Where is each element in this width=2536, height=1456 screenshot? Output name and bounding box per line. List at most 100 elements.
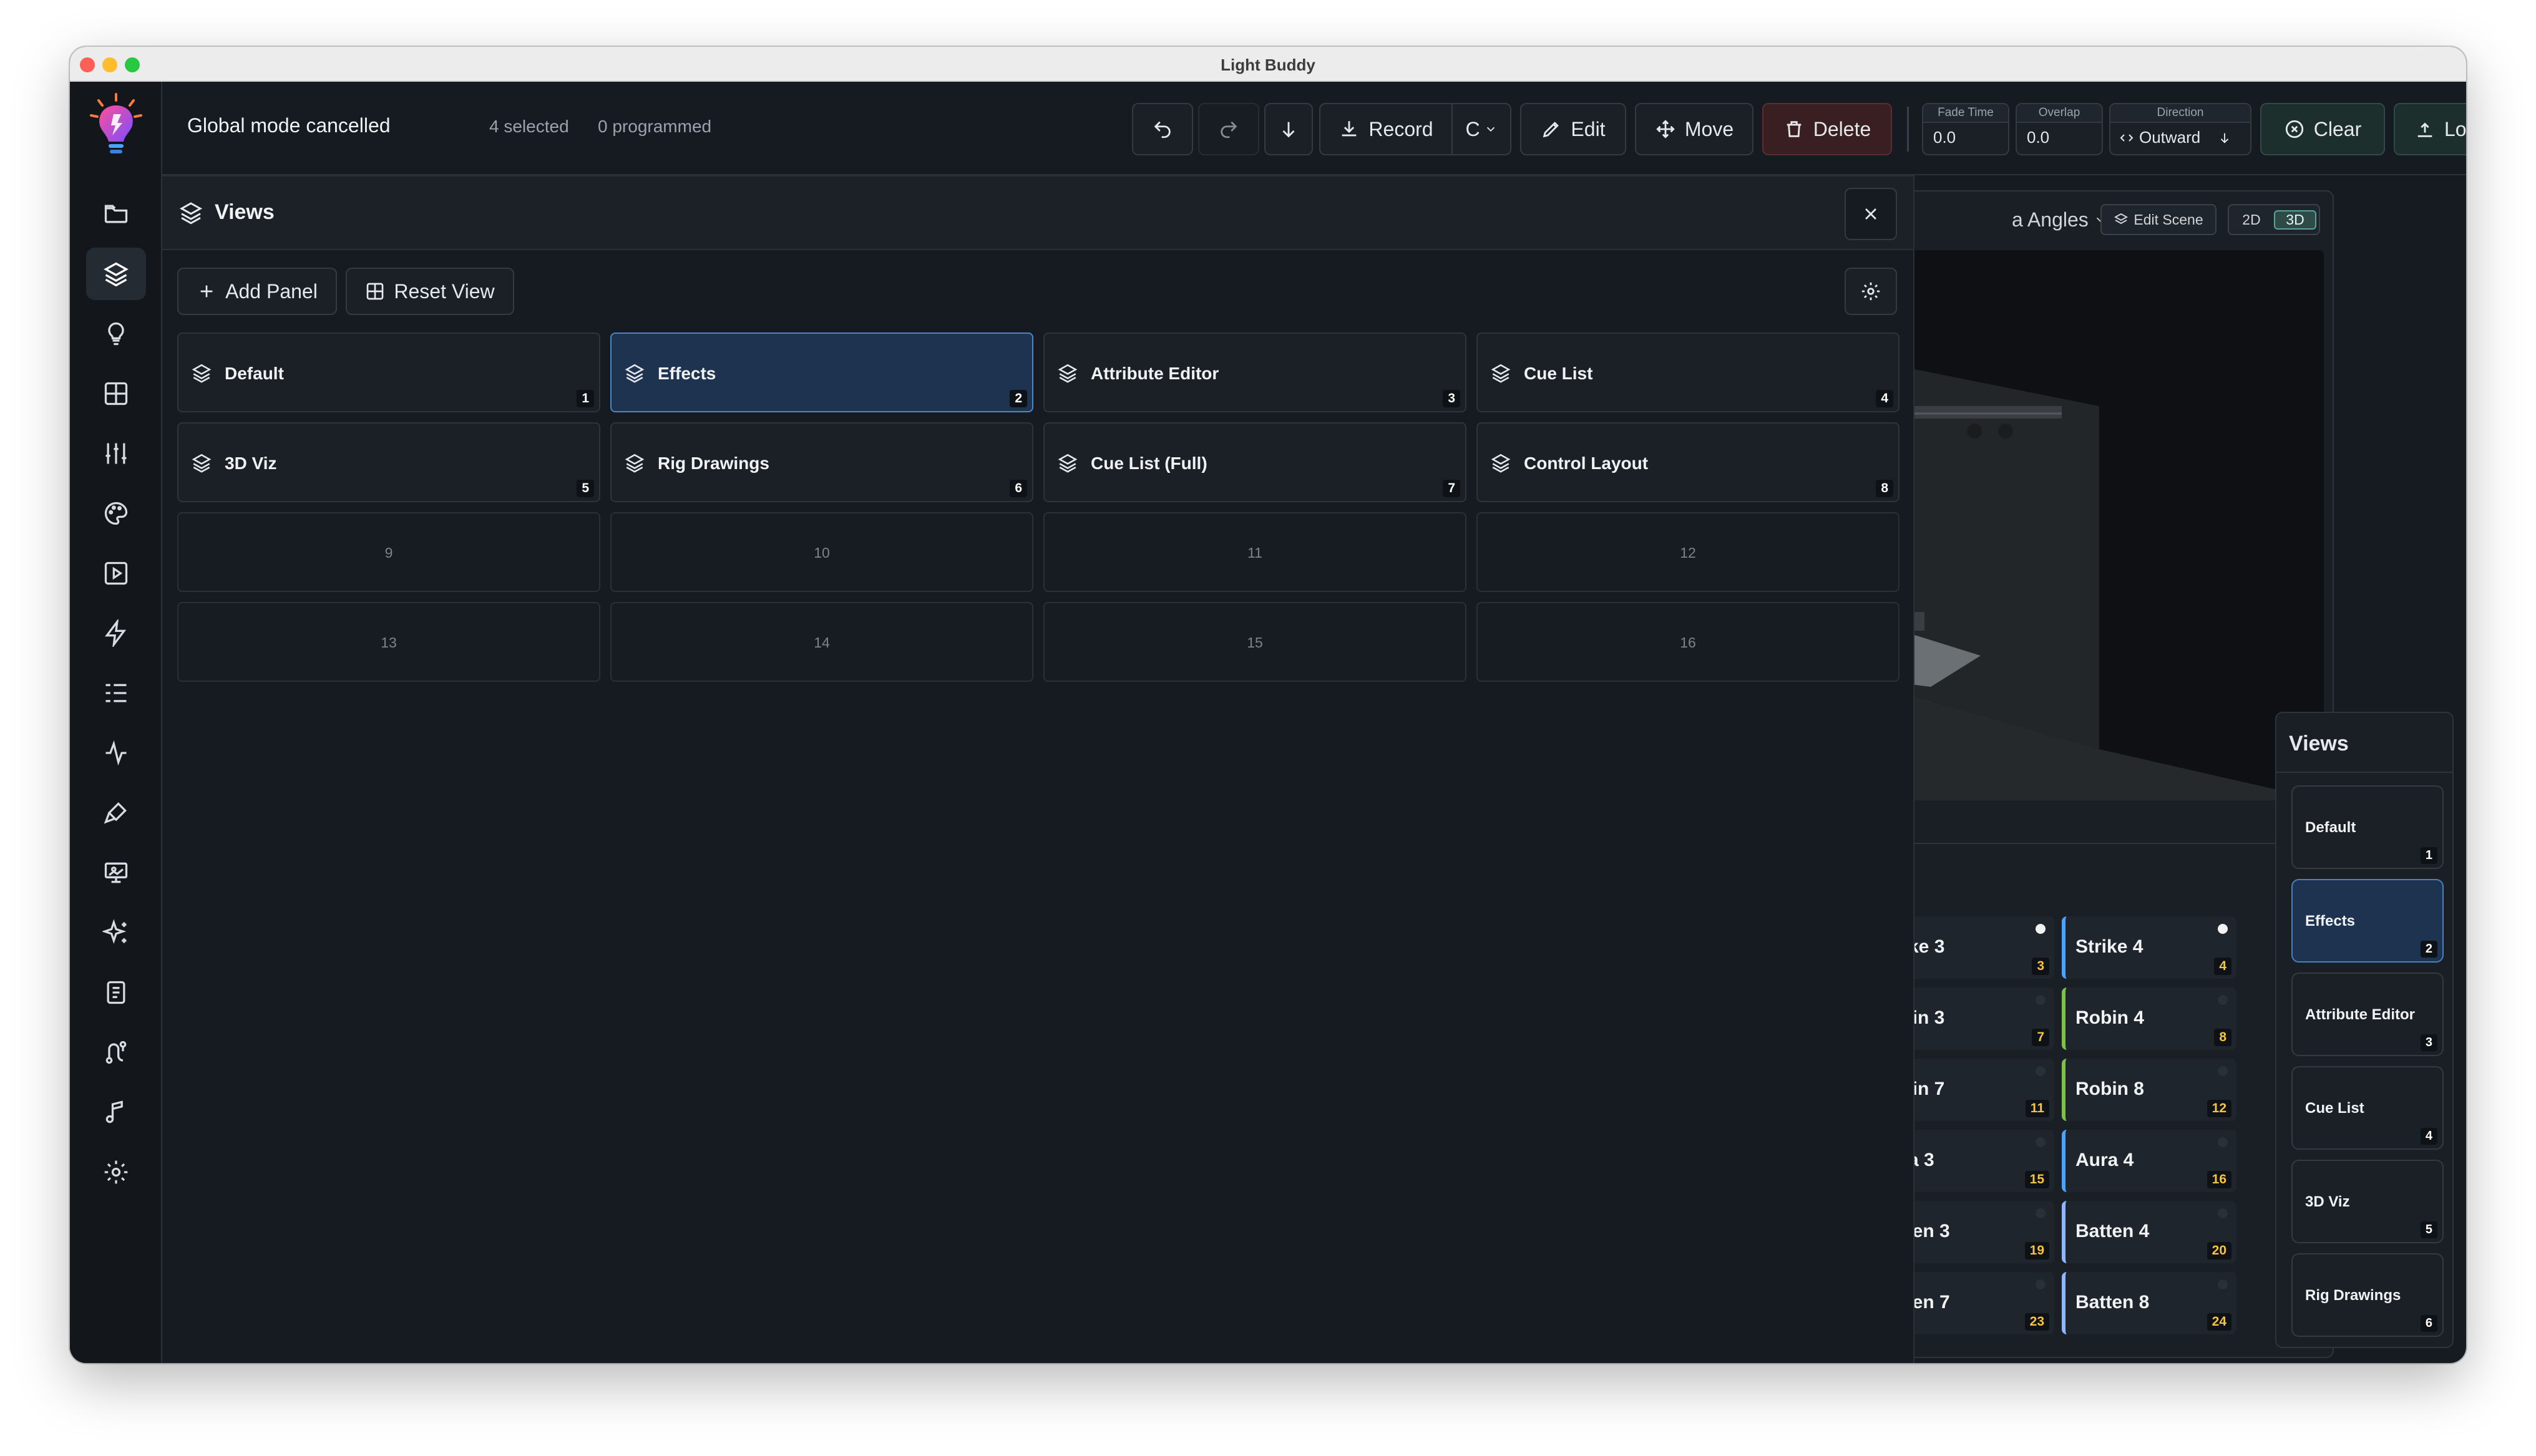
fixture-status-dot: [2036, 1066, 2046, 1076]
redo-button[interactable]: [1198, 103, 1259, 155]
empty-view-slot[interactable]: 14: [610, 602, 1033, 682]
sidebar-item-playback[interactable]: [86, 547, 146, 599]
view-tile-label: 3D Viz: [225, 454, 277, 473]
view-tile-label: Rig Drawings: [658, 454, 769, 473]
fixture-number: 11: [2025, 1100, 2049, 1117]
sidebar-item-files[interactable]: [86, 188, 146, 240]
folder-icon: [104, 205, 128, 223]
right-view-item[interactable]: Default 1: [2291, 785, 2444, 869]
sidebar-item-brush[interactable]: [86, 787, 146, 839]
fixture-button[interactable]: Robin 8 12: [2062, 1059, 2236, 1121]
view-tile[interactable]: Rig Drawings 6: [610, 422, 1033, 502]
overlap-field[interactable]: Overlap 0.0: [2016, 103, 2103, 155]
view-mode-toggle: 2D 3D: [2228, 204, 2320, 235]
views-settings-button[interactable]: [1845, 268, 1897, 315]
viz-canvas[interactable]: [1881, 250, 2324, 800]
sidebar-item-settings[interactable]: [86, 1146, 146, 1198]
right-view-label: Rig Drawings: [2305, 1287, 2401, 1304]
right-view-item[interactable]: Attribute Editor 3: [2291, 973, 2444, 1056]
add-panel-button[interactable]: Add Panel: [177, 268, 337, 315]
view-tile[interactable]: 3D Viz 5: [177, 422, 600, 502]
fixture-number: 8: [2214, 1029, 2231, 1046]
views-panel: Views Add Panel Reset View Default 1 Effec…: [162, 175, 1914, 1363]
right-view-label: 3D Viz: [2305, 1193, 2350, 1210]
sidebar-item-fixtures[interactable]: [86, 308, 146, 360]
sidebar-item-display[interactable]: [86, 847, 146, 899]
empty-slot-number: 12: [1680, 545, 1696, 561]
sidebar-item-magic[interactable]: [86, 906, 146, 959]
close-views-panel-button[interactable]: [1845, 188, 1897, 240]
view-tile[interactable]: Effects 2: [610, 332, 1033, 412]
locate-icon: [2417, 122, 2432, 137]
right-view-item[interactable]: Rig Drawings 6: [2291, 1253, 2444, 1337]
edit-button[interactable]: Edit: [1520, 103, 1626, 155]
sidebar-item-palettes[interactable]: [86, 487, 146, 540]
fixture-button[interactable]: Strike 4 4: [2062, 916, 2236, 979]
fade-time-field[interactable]: Fade Time 0.0: [1922, 103, 2009, 155]
direction-field[interactable]: Direction Outward: [2109, 103, 2251, 155]
trash-icon: [1787, 121, 1802, 137]
view-tile[interactable]: Default 1: [177, 332, 600, 412]
view-tile[interactable]: Attribute Editor 3: [1043, 332, 1466, 412]
delete-label: Delete: [1813, 117, 1871, 140]
sidebar-item-music[interactable]: [86, 1086, 146, 1138]
grid-icon: [367, 283, 384, 300]
locate-button[interactable]: Locate: [2394, 103, 2466, 155]
empty-slot-number: 13: [381, 634, 397, 651]
empty-slot-number: 16: [1680, 634, 1696, 651]
sidebar-item-cue-list[interactable]: [86, 667, 146, 719]
sidebar-item-grid[interactable]: [86, 367, 146, 420]
view-tile[interactable]: Control Layout 8: [1476, 422, 1900, 502]
fade-time-value[interactable]: 0.0: [1933, 128, 1956, 147]
overlap-value[interactable]: 0.0: [2027, 128, 2049, 147]
move-button[interactable]: Move: [1635, 103, 1753, 155]
record-button[interactable]: Record: [1319, 103, 1453, 155]
empty-view-slot[interactable]: 13: [177, 602, 600, 682]
sidebar-item-views[interactable]: [86, 248, 146, 300]
empty-view-slot[interactable]: 15: [1043, 602, 1466, 682]
views-panel-title: Views: [215, 200, 275, 224]
right-view-number: 5: [2420, 1221, 2437, 1238]
cue-mode-dropdown[interactable]: C: [1451, 103, 1511, 155]
right-view-item[interactable]: 3D Viz 5: [2291, 1160, 2444, 1243]
undo-button[interactable]: [1132, 103, 1193, 155]
sidebar-item-activity[interactable]: [86, 727, 146, 779]
right-view-item[interactable]: Cue List 4: [2291, 1066, 2444, 1150]
delete-button[interactable]: Delete: [1762, 103, 1892, 155]
clear-button[interactable]: Clear: [2260, 103, 2385, 155]
view-tile[interactable]: Cue List 4: [1476, 332, 1900, 412]
fixture-number: 19: [2024, 1242, 2049, 1259]
layers-icon: [2114, 213, 2129, 225]
view-tile-number: 3: [1443, 390, 1460, 407]
layers-icon: [624, 362, 645, 384]
mode-3d-button[interactable]: 3D: [2274, 210, 2316, 230]
empty-view-slot[interactable]: 12: [1476, 512, 1900, 592]
fixture-number: 20: [2207, 1242, 2231, 1259]
sidebar-item-effects[interactable]: [86, 607, 146, 659]
fixture-button[interactable]: Batten 8 24: [2062, 1272, 2236, 1334]
view-tile[interactable]: Cue List (Full) 7: [1043, 422, 1466, 502]
direction-label: Direction: [2110, 104, 2250, 123]
mode-2d-button[interactable]: 2D: [2231, 211, 2271, 228]
fixture-button[interactable]: Robin 4 8: [2062, 988, 2236, 1050]
right-view-item[interactable]: Effects 2: [2291, 879, 2444, 963]
plus-icon: [200, 285, 213, 298]
direction-control[interactable]: Outward: [2119, 128, 2231, 147]
reset-view-button[interactable]: Reset View: [346, 268, 514, 315]
empty-view-slot[interactable]: 9: [177, 512, 600, 592]
fixture-status-dot: [2218, 1279, 2228, 1289]
sidebar-item-routing[interactable]: [86, 1026, 146, 1079]
list-icon: [105, 684, 127, 702]
empty-view-slot[interactable]: 16: [1476, 602, 1900, 682]
empty-view-slot[interactable]: 11: [1043, 512, 1466, 592]
release-down-button[interactable]: [1264, 103, 1313, 155]
fixture-button[interactable]: Batten 4 20: [2062, 1201, 2236, 1263]
sidebar-item-reports[interactable]: [86, 966, 146, 1019]
fixture-button[interactable]: Aura 4 16: [2062, 1130, 2236, 1192]
edit-scene-button[interactable]: Edit Scene: [2100, 204, 2217, 235]
chevron-down-icon: [1486, 127, 1495, 132]
view-tile-number: 4: [1876, 390, 1893, 407]
view-tile-number: 6: [1010, 480, 1027, 497]
empty-view-slot[interactable]: 10: [610, 512, 1033, 592]
sidebar-item-faders[interactable]: [86, 427, 146, 480]
